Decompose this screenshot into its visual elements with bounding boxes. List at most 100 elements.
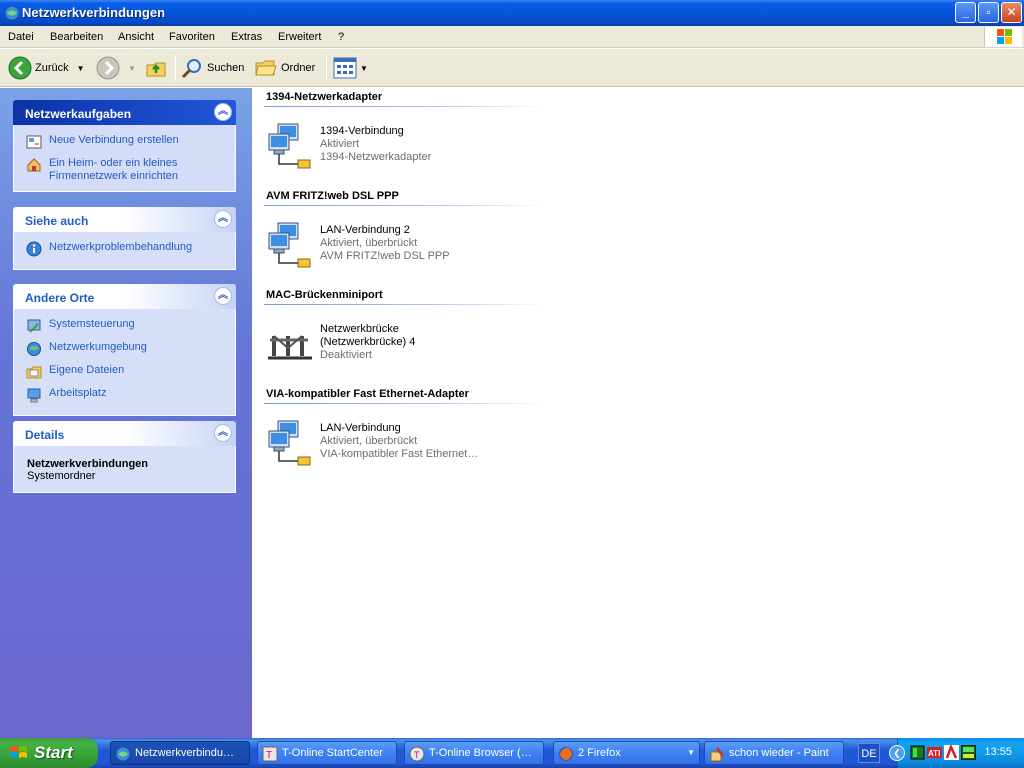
network-connections-icon	[4, 5, 20, 21]
details-header[interactable]: Details ︽	[13, 421, 236, 446]
details-body: Netzwerkverbindungen Systemordner	[13, 446, 236, 493]
connection-device: VIA-kompatibler Fast Ethernet…	[320, 448, 479, 460]
connection-status: Aktiviert, überbrückt	[320, 237, 418, 249]
collapse-chevron-icon[interactable]: ︽	[214, 103, 232, 121]
details-name: Netzwerkverbindungen	[27, 458, 149, 470]
my-computer-link[interactable]: Arbeitsplatz	[14, 387, 235, 407]
windows-logo-icon	[984, 27, 1022, 47]
group-header-1394: 1394-Netzwerkadapter	[266, 91, 383, 103]
other-places-body: Systemsteuerung Netzwerkumgebung Eigene …	[13, 309, 236, 416]
folders-label: Ordner	[281, 62, 316, 74]
dsl-monitor-icon[interactable]	[961, 745, 976, 760]
title-bar[interactable]: Netzwerkverbindungen _ ▫ ✕	[0, 0, 1024, 26]
troubleshooter-link[interactable]: Netzwerkproblembehandlung	[14, 241, 235, 261]
search-label: Suchen	[207, 62, 245, 74]
minimize-button[interactable]: _	[955, 2, 976, 23]
other-places-title: Andere Orte	[25, 291, 95, 305]
details-type: Systemordner	[27, 470, 96, 482]
see-also-title: Siehe auch	[25, 214, 89, 228]
control-panel-link[interactable]: Systemsteuerung	[14, 318, 235, 338]
menu-ansicht[interactable]: Ansicht	[118, 31, 154, 43]
network-places-link[interactable]: Netzwerkumgebung	[14, 341, 235, 361]
views-icon	[333, 57, 357, 79]
tray-expand-icon[interactable]: ❮	[889, 745, 905, 761]
antivirus-icon[interactable]	[944, 745, 959, 760]
details-title: Details	[25, 428, 65, 442]
other-places-header[interactable]: Andere Orte ︽	[13, 284, 236, 309]
network-connection-icon	[268, 420, 311, 466]
clock[interactable]: 13:55	[984, 746, 1012, 758]
group-divider	[264, 205, 546, 206]
folders-button[interactable]: Ordner	[254, 55, 315, 81]
connection-lan[interactable]: LAN-Verbindung Aktiviert, überbrückt VIA…	[266, 419, 556, 471]
language-indicator[interactable]: DE	[858, 743, 880, 763]
taskbar-button-network-connections[interactable]: Netzwerkverbindu…	[110, 741, 250, 765]
network-places-icon	[27, 342, 41, 356]
my-documents-link[interactable]: Eigene Dateien	[14, 364, 235, 384]
search-button[interactable]: Suchen	[180, 55, 244, 81]
start-button[interactable]: Start	[0, 738, 98, 768]
new-connection-link[interactable]: Neue Verbindung erstellen	[14, 134, 235, 154]
maximize-button[interactable]: ▫	[978, 2, 999, 23]
back-button[interactable]: Zurück ▼	[8, 55, 85, 81]
taskbar-button-tonline-browser[interactable]: T T-Online Browser (…	[404, 741, 544, 765]
menu-bearbeiten[interactable]: Bearbeiten	[50, 31, 103, 43]
my-computer-icon	[27, 388, 41, 403]
see-also-header[interactable]: Siehe auch ︽	[13, 207, 236, 232]
connection-device: Deaktiviert	[320, 349, 372, 361]
connection-name: Netzwerkbrücke	[320, 323, 399, 335]
svg-text:ATI: ATI	[928, 749, 940, 758]
connection-device: 1394-Netzwerkadapter	[320, 151, 432, 163]
details-panel: Details ︽ Netzwerkverbindungen Systemord…	[13, 421, 236, 493]
see-also-panel: Siehe auch ︽ Netzwerkproblembehandlung	[13, 207, 236, 270]
views-button[interactable]: ▼	[333, 55, 368, 81]
control-panel-icon	[27, 319, 41, 333]
connection-text: 1394-Verbindung Aktiviert 1394-Netzwerka…	[320, 125, 431, 164]
taskbar: Start Netzwerkverbindu… T T-Online Start…	[0, 738, 1024, 768]
collapse-chevron-icon[interactable]: ︽	[214, 210, 232, 228]
close-button[interactable]: ✕	[1001, 2, 1022, 23]
forward-button[interactable]: ▼	[96, 55, 136, 81]
toolbar: Zurück ▼ ▼ Suchen Ordner ▼	[0, 49, 1024, 87]
views-dropdown-icon[interactable]: ▼	[360, 64, 368, 73]
home-network-link[interactable]: Ein Heim- oder ein kleines Firmennetzwer…	[14, 157, 235, 183]
connection-name: 1394-Verbindung	[320, 125, 404, 137]
group-header-avm: AVM FRITZ!web DSL PPP	[266, 190, 399, 202]
folder-up-icon	[146, 62, 166, 77]
svg-text:T: T	[266, 750, 272, 761]
paint-icon	[710, 747, 725, 762]
network-tasks-body: Neue Verbindung erstellen Ein Heim- oder…	[13, 125, 236, 192]
taskbar-button-tonline-startcenter[interactable]: T T-Online StartCenter	[257, 741, 397, 765]
taskbar-button-firefox-group[interactable]: 2 Firefox ▼	[553, 741, 700, 765]
group-divider	[264, 106, 546, 107]
search-icon	[181, 59, 201, 79]
connection-status: (Netzwerkbrücke) 4	[320, 336, 416, 348]
home-network-icon	[27, 158, 41, 172]
up-button[interactable]	[144, 55, 168, 81]
connection-status: Aktiviert	[320, 138, 360, 150]
connection-lan-2[interactable]: LAN-Verbindung 2 Aktiviert, überbrückt A…	[266, 221, 556, 273]
folders-icon	[255, 60, 277, 76]
connection-1394[interactable]: 1394-Verbindung Aktiviert 1394-Netzwerka…	[266, 122, 556, 174]
connection-status: Aktiviert, überbrückt	[320, 435, 418, 447]
other-places-panel: Andere Orte ︽ Systemsteuerung Netzwerkum…	[13, 284, 236, 416]
menu-erweitert[interactable]: Erweitert	[278, 31, 321, 43]
menu-favoriten[interactable]: Favoriten	[169, 31, 215, 43]
ati-icon[interactable]: ATI	[927, 745, 942, 760]
group-divider	[264, 304, 546, 305]
network-tasks-header[interactable]: Netzwerkaufgaben ︽	[13, 100, 236, 125]
connection-bridge[interactable]: Netzwerkbrücke (Netzwerkbrücke) 4 Deakti…	[266, 320, 556, 372]
menu-help[interactable]: ?	[338, 31, 344, 43]
firefox-icon	[559, 747, 573, 761]
menu-extras[interactable]: Extras	[231, 31, 262, 43]
network-activity-icon[interactable]	[910, 745, 925, 760]
content-area: 1394-Netzwerkadapter 1394-Verbindung Akt…	[252, 88, 1024, 738]
taskbar-button-paint[interactable]: schon wieder - Paint	[704, 741, 844, 765]
collapse-chevron-icon[interactable]: ︽	[214, 424, 232, 442]
collapse-chevron-icon[interactable]: ︽	[214, 287, 232, 305]
menu-datei[interactable]: Datei	[8, 31, 34, 43]
group-header-via: VIA-kompatibler Fast Ethernet-Adapter	[266, 388, 469, 400]
tonline-icon: T	[262, 746, 278, 762]
group-divider	[264, 403, 546, 404]
back-dropdown-icon[interactable]: ▼	[77, 64, 85, 73]
